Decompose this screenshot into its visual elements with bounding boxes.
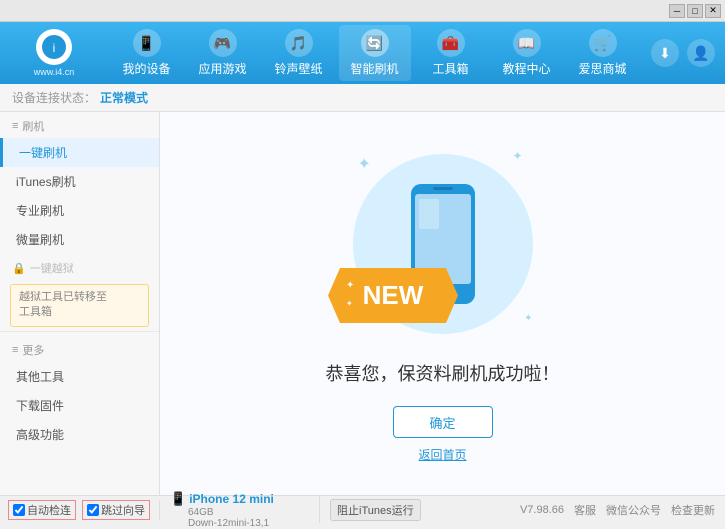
sidebar-item-download-firmware[interactable]: 下载固件 (0, 391, 159, 420)
close-button[interactable]: ✕ (705, 4, 721, 18)
nav-item-smart-flash[interactable]: 🔄 智能刷机 (339, 25, 411, 81)
logo-circle[interactable]: i (36, 29, 72, 65)
svg-text:✦: ✦ (346, 299, 353, 308)
nav-icon-app-game: 🎮 (209, 29, 237, 57)
sidebar-section-flash: ≡ 刷机 (0, 112, 159, 138)
sidebar-item-one-key-flash[interactable]: 一键刷机 (0, 138, 159, 167)
sidebar-item-micro-flash[interactable]: 微量刷机 (0, 225, 159, 254)
device-storage: 64GB (170, 507, 319, 518)
user-button[interactable]: 👤 (687, 39, 715, 67)
main-content: ✦ ✦ ✦ (160, 112, 725, 495)
itunes-btn-area: 阻止iTunes运行 (320, 497, 431, 523)
device-name: iPhone 12 mini (189, 492, 274, 506)
device-info-bottom: 📱 iPhone 12 mini 64GB Down-12mini-13,1 (160, 496, 320, 523)
itunes-button[interactable]: 阻止iTunes运行 (330, 499, 421, 521)
nav-item-tutorial[interactable]: 📖 教程中心 (491, 25, 563, 81)
download-button[interactable]: ⬇ (651, 39, 679, 67)
auto-connect-checkbox[interactable] (13, 504, 25, 516)
new-badge-svg: ✦ ✦ NEW (328, 268, 458, 323)
top-nav: i www.i4.cn 📱 我的设备 🎮 应用游戏 🎵 铃声壁纸 🔄 智能刷机 … (0, 22, 725, 84)
sidebar-item-itunes-flash[interactable]: iTunes刷机 (0, 167, 159, 196)
section-icon-more: ≡ (12, 344, 18, 356)
status-value: 正常模式 (100, 89, 148, 106)
svg-text:i: i (53, 41, 56, 55)
sparkle-3: ✦ (524, 313, 532, 324)
nav-item-toolbox[interactable]: 🧰 工具箱 (415, 25, 487, 81)
nav-icon-shop: 🛒 (589, 29, 617, 57)
nav-item-app-game[interactable]: 🎮 应用游戏 (187, 25, 259, 81)
sparkle-2: ✦ (512, 149, 522, 163)
lock-icon: 🔒 (12, 262, 26, 275)
confirm-button[interactable]: 确定 (393, 406, 493, 438)
section-icon-flash: ≡ (12, 120, 18, 132)
success-title: 恭喜您，保资料刷机成功啦！ (326, 360, 560, 386)
logo-area: i www.i4.cn (10, 29, 98, 77)
nav-icon-toolbox: 🧰 (437, 29, 465, 57)
nav-icon-smart-flash: 🔄 (361, 29, 389, 57)
sidebar: ≡ 刷机 一键刷机 iTunes刷机 专业刷机 微量刷机 🔒 一键越狱 越狱工具… (0, 112, 160, 495)
check-update-link[interactable]: 检查更新 (671, 502, 715, 518)
nav-icon-ringtone: 🎵 (285, 29, 313, 57)
nav-item-my-device[interactable]: 📱 我的设备 (111, 25, 183, 81)
wechat-link[interactable]: 微信公众号 (606, 502, 661, 518)
maximize-button[interactable]: □ (687, 4, 703, 18)
main-layout: ≡ 刷机 一键刷机 iTunes刷机 专业刷机 微量刷机 🔒 一键越狱 越狱工具… (0, 112, 725, 495)
logo-subtitle: www.i4.cn (34, 67, 75, 77)
bottom-bar: 自动检连 跳过向导 📱 iPhone 12 mini 64GB Down-12m… (0, 495, 725, 523)
device-phone-icon: 📱 (170, 491, 186, 507)
customer-service-link[interactable]: 客服 (574, 502, 596, 518)
nav-item-shop[interactable]: 🛒 爱思商城 (567, 25, 639, 81)
sidebar-item-other-tools[interactable]: 其他工具 (0, 362, 159, 391)
svg-text:✦: ✦ (346, 280, 354, 291)
new-badge-container: ✦ ✦ NEW (328, 268, 458, 326)
status-bar: 设备连接状态： 正常模式 (0, 84, 725, 112)
nav-icon-tutorial: 📖 (513, 29, 541, 57)
device-model: Down-12mini-13,1 (170, 518, 319, 529)
status-label: 设备连接状态： (12, 89, 96, 106)
nav-item-ringtone[interactable]: 🎵 铃声壁纸 (263, 25, 335, 81)
sidebar-section-jailbreak: 🔒 一键越狱 (0, 254, 159, 280)
sidebar-item-pro-flash[interactable]: 专业刷机 (0, 196, 159, 225)
nav-items: 📱 我的设备 🎮 应用游戏 🎵 铃声壁纸 🔄 智能刷机 🧰 工具箱 📖 教程中心… (98, 25, 651, 81)
sparkle-1: ✦ (358, 154, 371, 174)
nav-icon-my-device: 📱 (133, 29, 161, 57)
sidebar-item-advanced[interactable]: 高级功能 (0, 420, 159, 449)
return-link[interactable]: 返回首页 (418, 446, 466, 463)
nav-right: ⬇ 👤 (651, 39, 715, 67)
sidebar-divider (0, 331, 159, 332)
svg-text:NEW: NEW (362, 280, 423, 310)
skip-wizard-checkbox-label[interactable]: 跳过向导 (82, 500, 150, 520)
minimize-button[interactable]: ─ (669, 4, 685, 18)
skip-wizard-checkbox[interactable] (87, 504, 99, 516)
jailbreak-warning-box: 越狱工具已转移至 工具箱 (10, 284, 149, 327)
title-bar: ─ □ ✕ (0, 0, 725, 22)
sidebar-section-more: ≡ 更多 (0, 336, 159, 362)
version-label: V7.98.66 (520, 504, 564, 516)
bottom-left-checkboxes: 自动检连 跳过向导 (0, 500, 160, 520)
success-illustration: ✦ ✦ ✦ (343, 144, 543, 344)
auto-connect-checkbox-label[interactable]: 自动检连 (8, 500, 76, 520)
bottom-right-links: V7.98.66 客服 微信公众号 检查更新 (520, 502, 725, 518)
